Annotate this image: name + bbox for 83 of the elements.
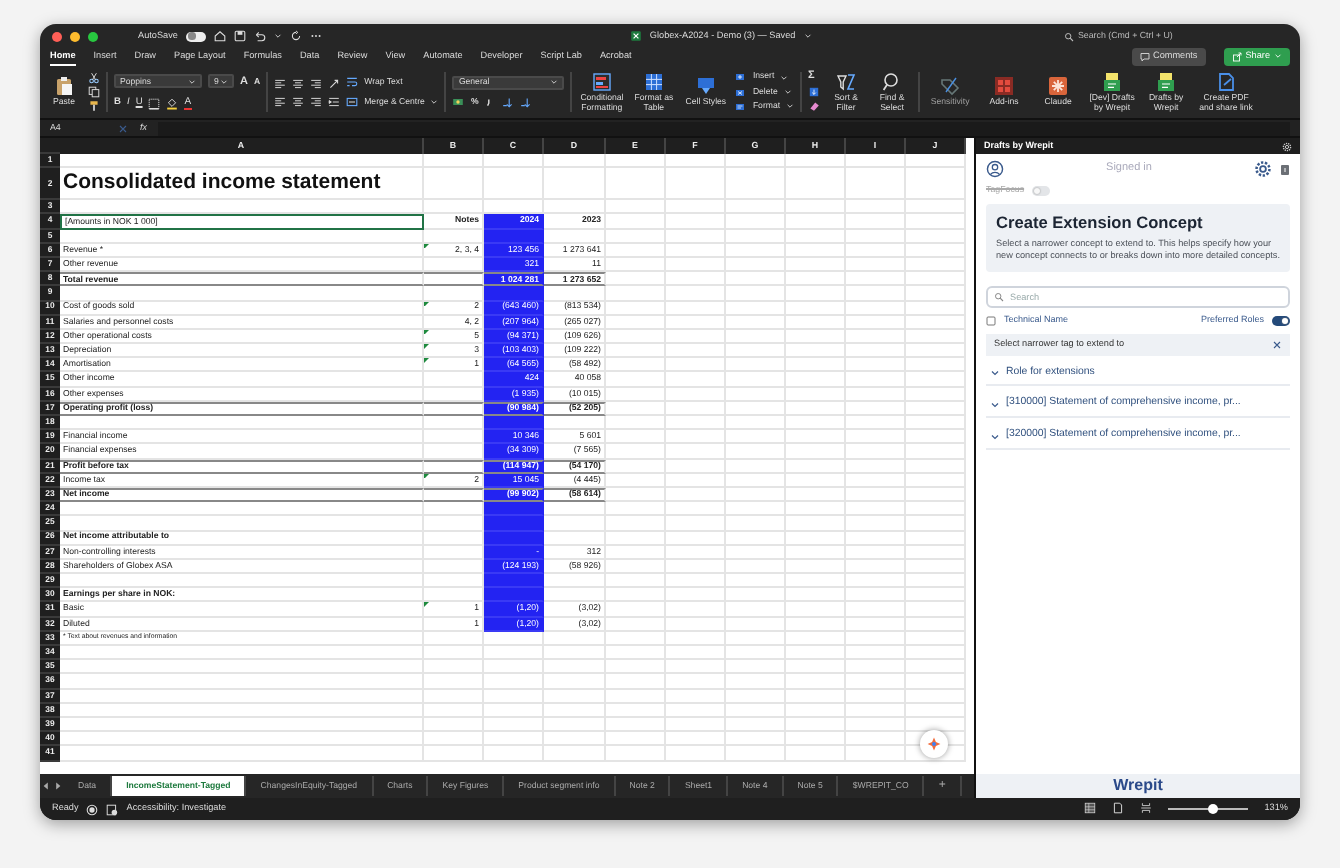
scissors-icon[interactable] — [88, 72, 100, 84]
chevron-icon — [990, 399, 1000, 410]
delete-cells-icon — [734, 87, 747, 97]
clipboard-icon — [54, 76, 74, 97]
table-cell[interactable] — [484, 516, 544, 531]
chevron-icon — [990, 367, 1000, 378]
document-icon — [1156, 72, 1177, 92]
select-all-button[interactable] — [40, 138, 60, 154]
close-icon[interactable] — [1272, 339, 1282, 350]
assistant-button[interactable] — [920, 730, 948, 758]
search-icon — [1064, 31, 1074, 41]
accessibility-icon[interactable] — [106, 803, 119, 815]
toggle-switch[interactable] — [1032, 186, 1051, 196]
checkbox[interactable] — [986, 315, 996, 326]
bottom-align-icon[interactable] — [310, 77, 323, 89]
document-icon — [1216, 72, 1237, 92]
side-tab-icon[interactable] — [1280, 161, 1290, 177]
user-icon[interactable] — [986, 160, 1004, 178]
logo: Wrepit — [976, 774, 1300, 798]
wrap-icon — [346, 76, 359, 89]
card-title: Create Extension Concept — [996, 213, 1205, 234]
table-cell[interactable] — [484, 574, 544, 589]
caret-icon[interactable] — [803, 31, 812, 40]
next-sheet-icon[interactable] — [52, 780, 64, 792]
share-icon — [1231, 51, 1242, 62]
caret-icon — [430, 97, 439, 106]
merge-icon — [346, 95, 359, 108]
slider-thumb[interactable] — [1207, 803, 1218, 814]
format-cells-icon — [734, 101, 747, 112]
orientation-icon[interactable] — [328, 77, 341, 89]
conditional-format-icon — [591, 72, 612, 92]
top-align-icon[interactable] — [274, 77, 287, 89]
record-icon[interactable] — [86, 803, 99, 815]
increase-decimal-icon[interactable] — [502, 96, 515, 108]
table-cell[interactable] — [484, 502, 544, 517]
zoom-button[interactable] — [88, 31, 98, 41]
grid-icon — [994, 76, 1015, 97]
home-icon[interactable] — [213, 30, 226, 42]
normal-view-icon[interactable] — [1084, 802, 1097, 815]
align-left-icon[interactable] — [274, 95, 287, 107]
redo-icon[interactable] — [289, 30, 302, 42]
caret-icon[interactable] — [273, 32, 282, 40]
comment-icon — [1139, 51, 1150, 62]
page-layout-icon[interactable] — [1112, 802, 1125, 815]
minimize-button[interactable] — [70, 31, 80, 41]
search-icon — [994, 291, 1004, 302]
cell-styles-icon — [695, 76, 716, 97]
insert-cells-icon — [734, 72, 747, 83]
currency-icon[interactable] — [452, 96, 465, 108]
page-break-icon[interactable] — [1140, 802, 1153, 815]
sparkle-icon — [926, 736, 942, 752]
align-right-icon[interactable] — [310, 95, 323, 107]
cancel-icon — [118, 123, 128, 133]
brush-icon[interactable] — [88, 100, 100, 112]
toggle-switch[interactable] — [1272, 316, 1290, 326]
fill-color-icon[interactable] — [166, 97, 179, 110]
undo-icon[interactable] — [253, 30, 266, 42]
tag-icon — [940, 76, 961, 97]
chevron-icon — [990, 431, 1000, 442]
copy-icon[interactable] — [88, 86, 100, 98]
align-center-icon[interactable] — [292, 95, 305, 107]
formula-field[interactable] — [158, 121, 1290, 135]
magnifier-icon — [882, 72, 903, 92]
caret-icon — [550, 78, 559, 87]
indent-icon[interactable] — [328, 95, 341, 107]
decrease-decimal-icon[interactable] — [520, 96, 533, 108]
borders-icon[interactable] — [148, 97, 161, 110]
spreadsheet-icon — [629, 29, 642, 42]
sheet-title[interactable]: Consolidated income statement — [60, 168, 424, 201]
eraser-icon[interactable] — [808, 99, 821, 112]
autosave-toggle[interactable] — [185, 31, 206, 41]
save-icon[interactable] — [233, 30, 246, 42]
table-cell[interactable] — [484, 588, 544, 603]
previous-sheet-icon[interactable] — [40, 780, 52, 792]
table-icon — [643, 72, 664, 92]
close-button[interactable] — [52, 31, 62, 41]
starburst-icon — [1048, 76, 1069, 97]
middle-align-icon[interactable] — [292, 77, 305, 89]
sort-filter-icon — [836, 72, 857, 92]
table-cell[interactable] — [484, 416, 544, 431]
fill-icon[interactable] — [808, 85, 821, 98]
document-icon — [1102, 72, 1123, 92]
table-cell[interactable] — [484, 286, 544, 301]
